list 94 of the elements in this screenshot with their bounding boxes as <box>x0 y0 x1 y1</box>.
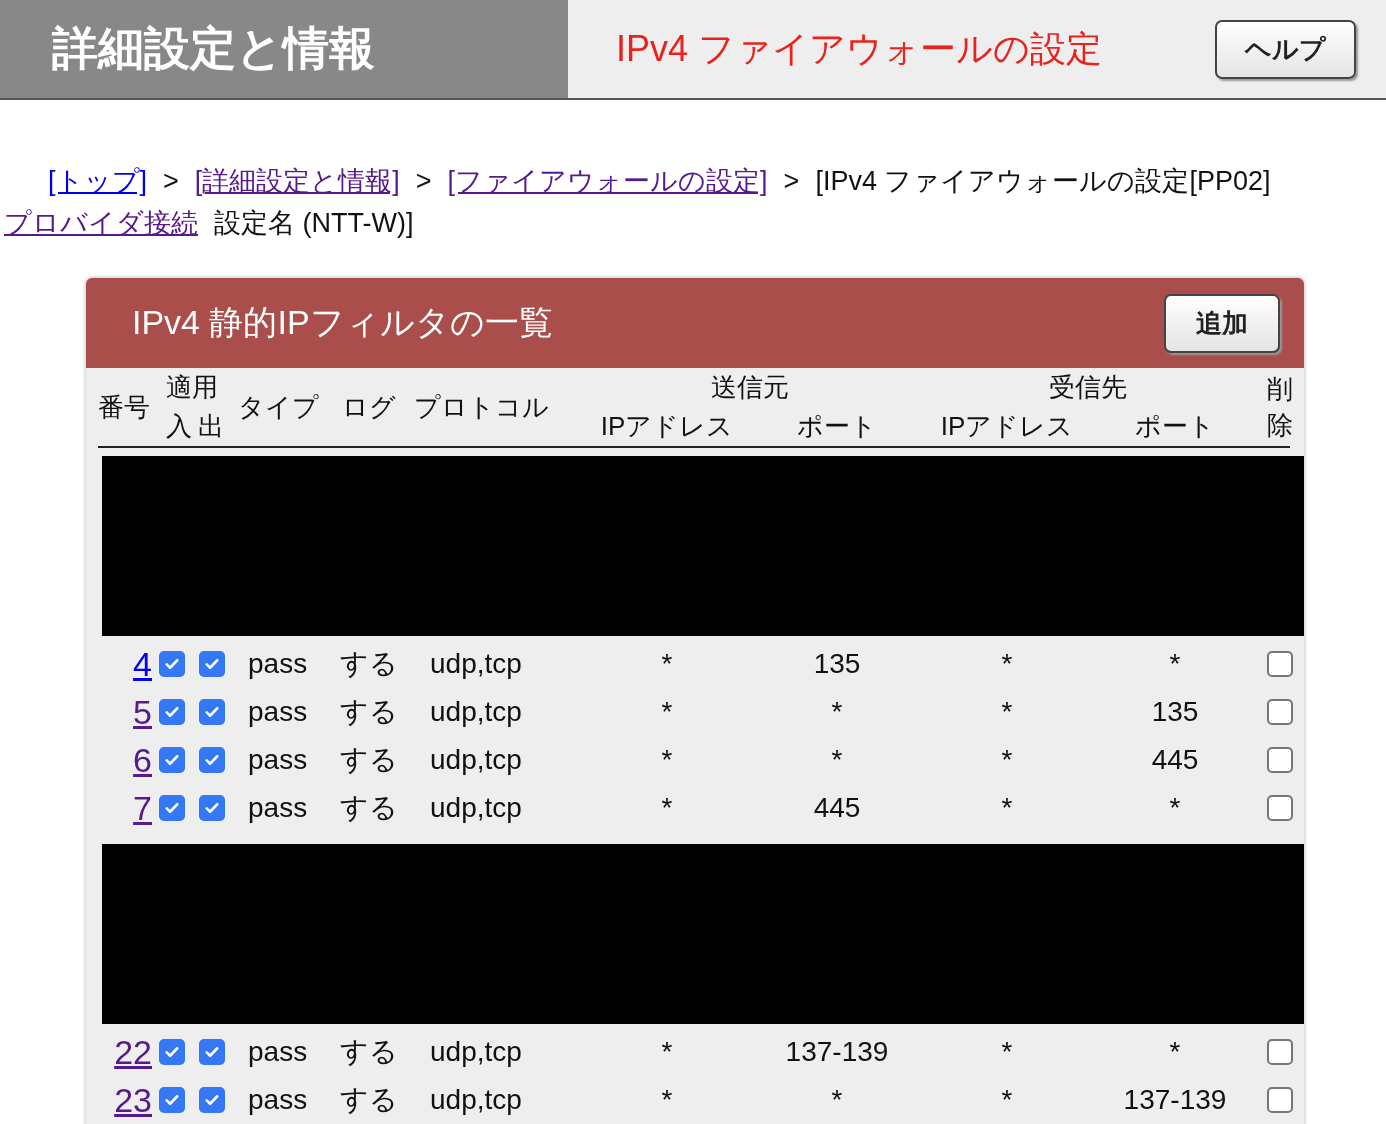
table-cell: * <box>1001 744 1013 776</box>
table-cell: 137-139 <box>1123 1084 1227 1116</box>
column-header: 出 <box>197 409 224 443</box>
panel-title: IPv4 静的IPフィルタの一覧 <box>132 302 553 343</box>
checkbox[interactable] <box>199 1039 225 1065</box>
column-header: 受信先 <box>1049 370 1127 404</box>
table-cell: * <box>661 744 673 776</box>
table-cell: 445 <box>1151 744 1199 776</box>
table-cell: 445 <box>813 792 861 824</box>
add-button[interactable]: 追加 <box>1164 293 1280 353</box>
breadcrumb-link[interactable]: プロバイダ接続 <box>4 202 198 244</box>
column-header: ポート <box>1135 409 1215 443</box>
table-cell-text: する <box>339 791 398 825</box>
breadcrumb-separator: > <box>415 165 432 198</box>
table-cell-text: udp,tcp <box>429 744 522 776</box>
table-cell-text: する <box>339 647 398 681</box>
checkbox[interactable] <box>159 795 185 821</box>
column-header: プロトコル <box>414 390 549 424</box>
filter-number-link[interactable]: 4 <box>133 644 152 684</box>
checkbox[interactable] <box>159 651 185 677</box>
table-cell: * <box>831 1084 843 1116</box>
column-header: ポート <box>797 409 877 443</box>
column-header: 削除 <box>1267 372 1293 442</box>
checkbox[interactable] <box>199 1087 225 1113</box>
breadcrumb-link[interactable]: [トップ] <box>48 160 147 202</box>
table-cell-text: pass <box>247 744 308 776</box>
checkbox[interactable] <box>159 699 185 725</box>
table-cell-text: udp,tcp <box>429 1084 522 1116</box>
delete-checkbox[interactable] <box>1267 747 1293 773</box>
checkbox[interactable] <box>199 699 225 725</box>
section-title: 詳細設定と情報 <box>52 21 375 76</box>
delete-checkbox[interactable] <box>1267 1039 1293 1065</box>
table-cell-text: udp,tcp <box>429 648 522 680</box>
table-cell: * <box>831 744 843 776</box>
delete-checkbox[interactable] <box>1267 651 1293 677</box>
table-cell-text: udp,tcp <box>429 696 522 728</box>
checkbox[interactable] <box>159 1087 185 1113</box>
column-header: IPアドレス <box>940 409 1074 443</box>
table-cell-text: pass <box>247 696 308 728</box>
table-cell-text: pass <box>247 792 308 824</box>
column-header: 送信元 <box>711 370 789 404</box>
table-cell: * <box>1169 792 1181 824</box>
table-cell-text: pass <box>247 1036 308 1068</box>
table-cell: * <box>661 1036 673 1068</box>
checkbox[interactable] <box>199 795 225 821</box>
table-cell-text: する <box>339 695 398 729</box>
filter-number-link[interactable]: 22 <box>114 1032 152 1072</box>
breadcrumb-text: [IPv4 ファイアウォールの設定[PP02] <box>815 165 1271 198</box>
column-header: 適用 <box>166 370 218 404</box>
checkbox[interactable] <box>159 747 185 773</box>
filter-number-link[interactable]: 6 <box>133 740 152 780</box>
table-cell: 137-139 <box>785 1036 889 1068</box>
table-cell: * <box>1001 648 1013 680</box>
delete-checkbox[interactable] <box>1267 1087 1293 1113</box>
table-cell: * <box>1001 1084 1013 1116</box>
table-cell: * <box>1169 648 1181 680</box>
filter-number-link[interactable]: 7 <box>133 788 152 828</box>
table-cell-text: する <box>339 743 398 777</box>
filter-number-link[interactable]: 5 <box>133 692 152 732</box>
table-cell-text: する <box>339 1035 398 1069</box>
breadcrumb-text: 設定名 (NTT-W)] <box>214 207 414 240</box>
table-cell-text: pass <box>247 648 308 680</box>
breadcrumb-link[interactable]: [ファイアウォールの設定] <box>447 160 768 202</box>
checkbox[interactable] <box>199 651 225 677</box>
table-cell: * <box>1169 1036 1181 1068</box>
table-cell-text: pass <box>247 1084 308 1116</box>
column-header: 番号 <box>98 390 150 424</box>
help-button[interactable]: ヘルプ <box>1215 19 1356 79</box>
delete-checkbox[interactable] <box>1267 795 1293 821</box>
filter-number-link[interactable]: 23 <box>114 1080 152 1120</box>
delete-checkbox[interactable] <box>1267 699 1293 725</box>
table-cell: * <box>661 648 673 680</box>
table-cell: 135 <box>813 648 861 680</box>
table-cell: 135 <box>1151 696 1199 728</box>
checkbox[interactable] <box>159 1039 185 1065</box>
column-header: 入 <box>166 409 192 443</box>
table-cell: * <box>661 1084 673 1116</box>
table-cell: * <box>1001 696 1013 728</box>
breadcrumb-separator: > <box>163 165 179 198</box>
page-title: IPv4 ファイアウォールの設定 <box>616 26 1103 71</box>
column-header: ログ <box>342 390 396 424</box>
table-cell: * <box>661 792 673 824</box>
table-cell-text: する <box>339 1083 398 1117</box>
table-cell: * <box>831 696 843 728</box>
breadcrumb-link[interactable]: [詳細設定と情報] <box>194 160 400 202</box>
table-cell: * <box>1001 792 1013 824</box>
column-header: タイプ <box>237 390 319 424</box>
table-cell: * <box>661 696 673 728</box>
table-cell-text: udp,tcp <box>429 792 522 824</box>
column-header: IPアドレス <box>600 409 734 443</box>
table-cell-text: udp,tcp <box>429 1036 522 1068</box>
table-cell: * <box>1001 1036 1013 1068</box>
checkbox[interactable] <box>199 747 225 773</box>
breadcrumb-separator: > <box>783 165 800 198</box>
